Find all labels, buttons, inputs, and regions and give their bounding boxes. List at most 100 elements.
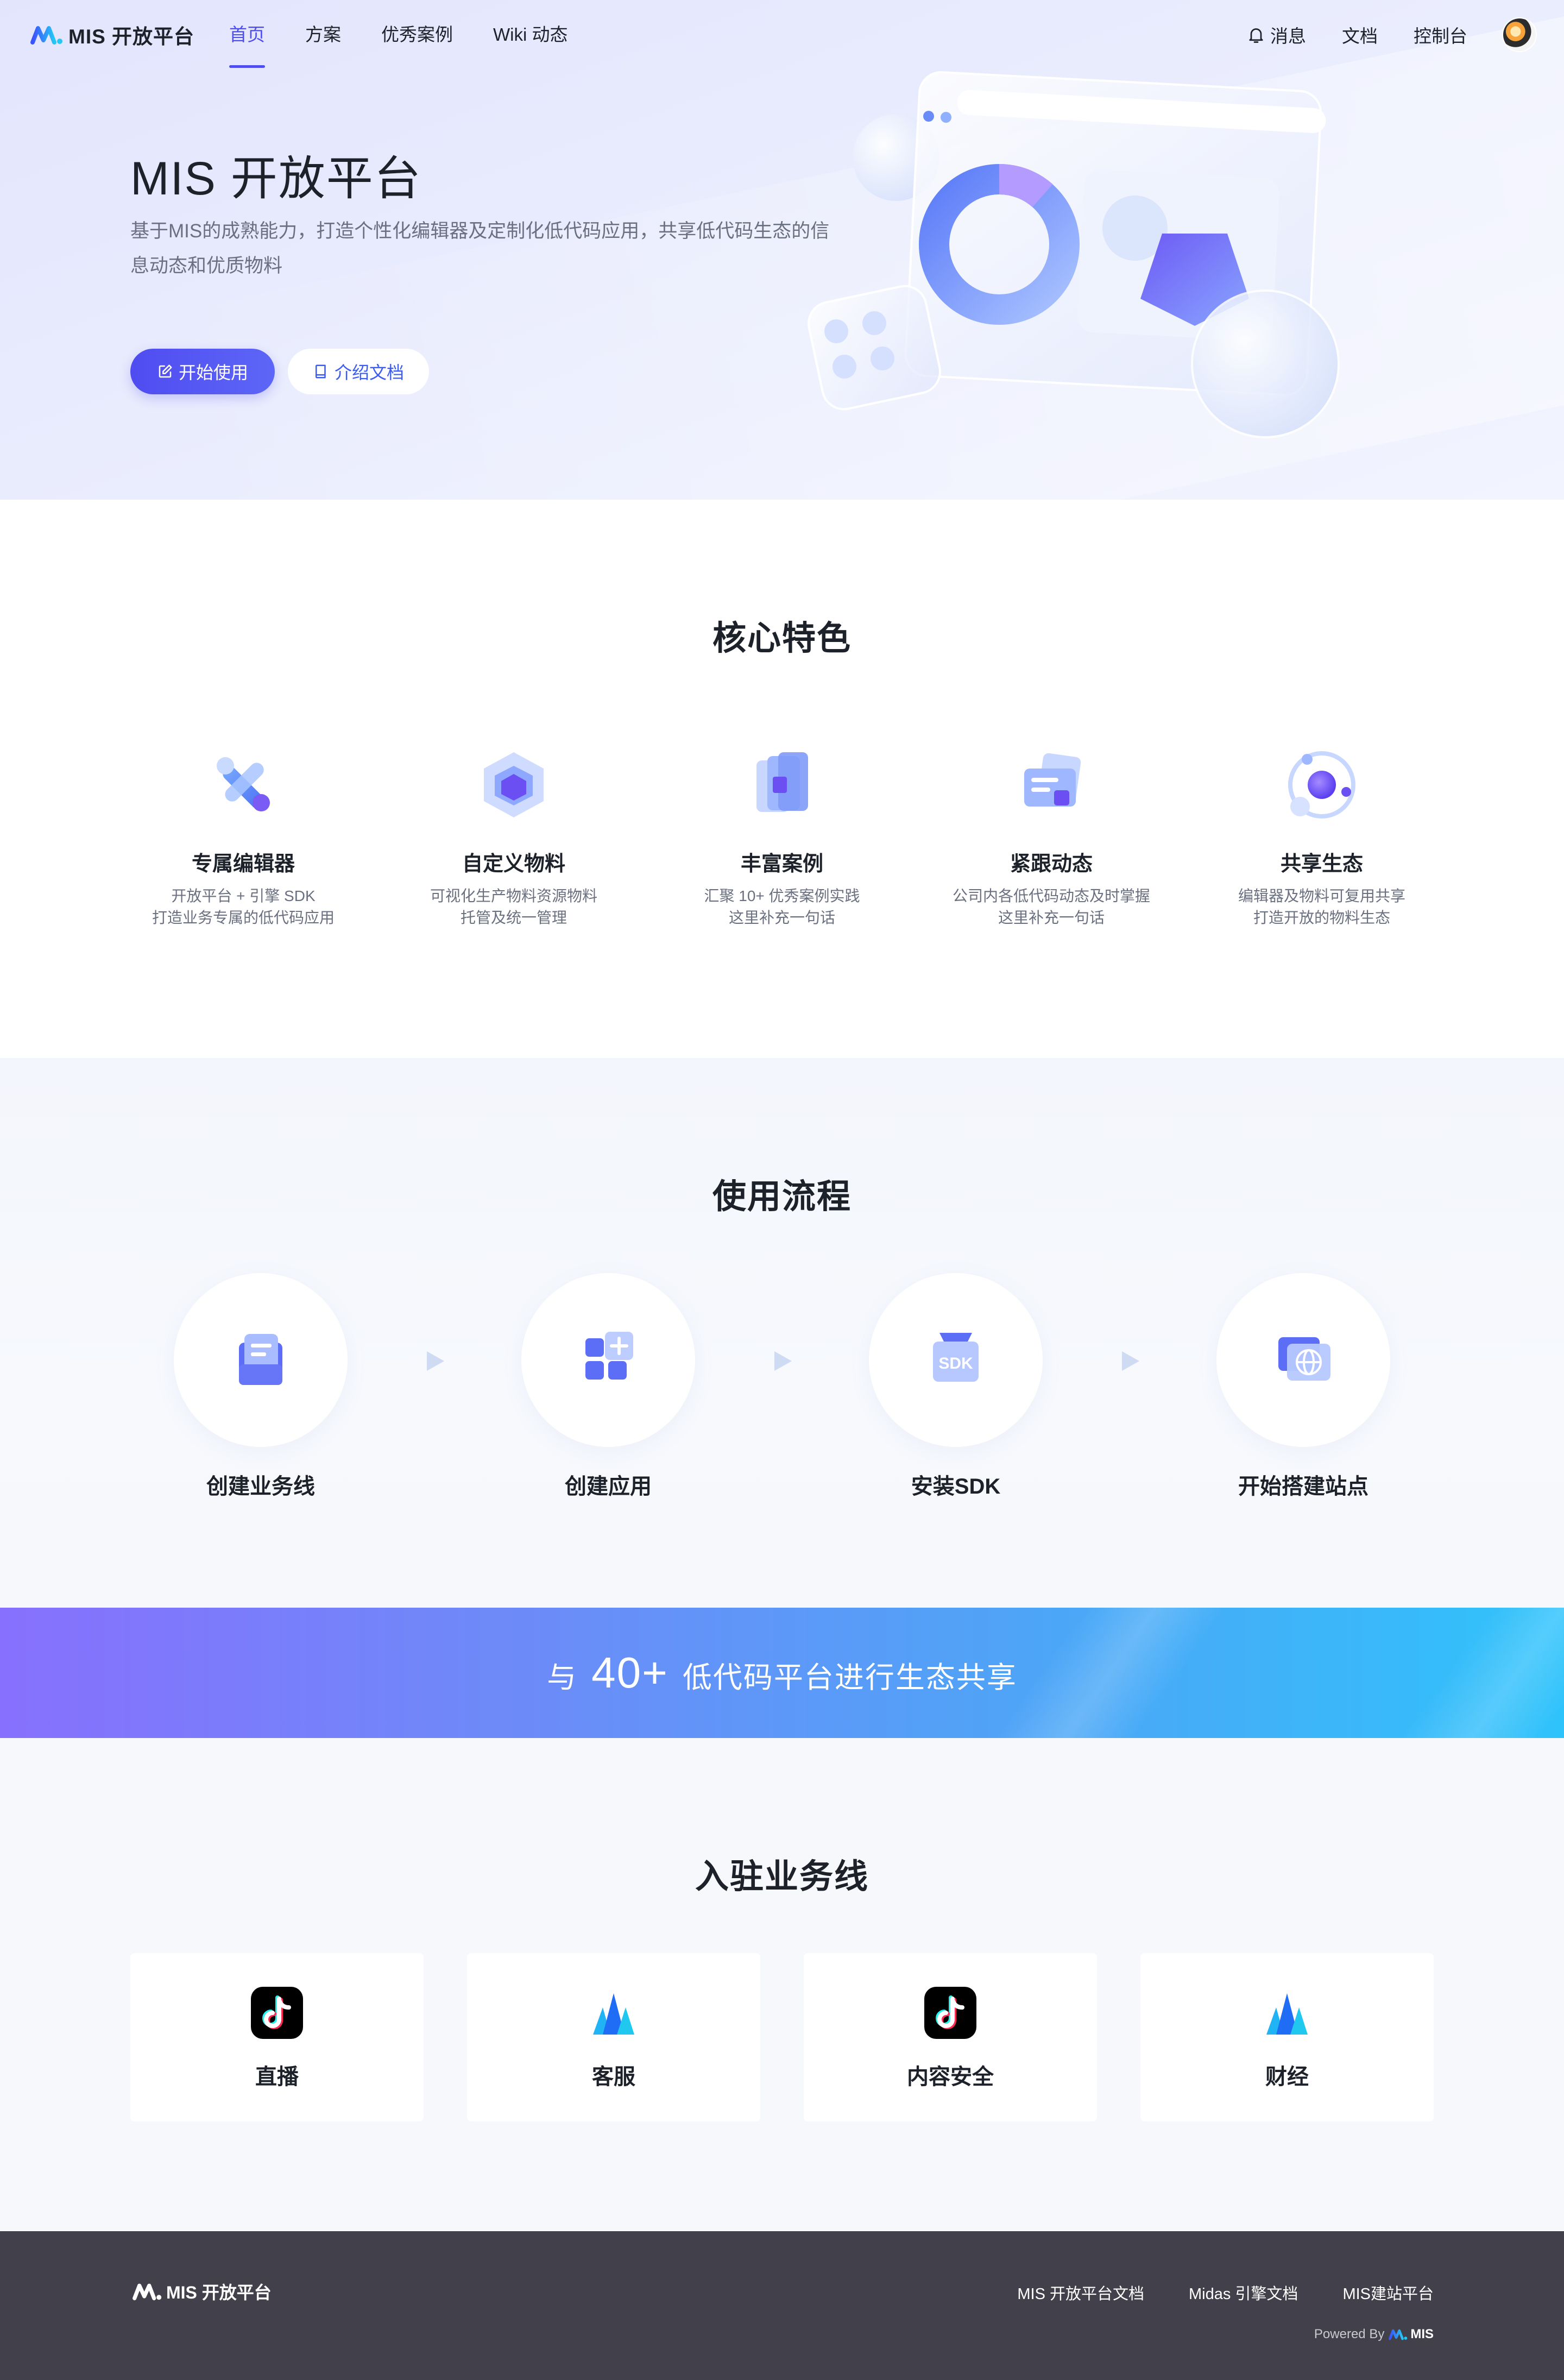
page: MIS 开放平台 首页 方案 优秀案例 Wiki 动态 消息 文档 控制台 MI… xyxy=(0,0,1564,2380)
features-section: 核心特色 专属编辑器 开放平台 + 引擎 SDK 打造业务专属的低代码应用 自定… xyxy=(0,500,1564,1058)
top-nav: MIS 开放平台 首页 方案 优秀案例 Wiki 动态 消息 文档 控制台 xyxy=(0,0,1564,70)
banner-number: 40+ xyxy=(591,1648,669,1697)
footer-logo[interactable]: MIS 开放平台 xyxy=(133,2279,272,2304)
feature-desc: 公司内各低代码动态及时掌握 这里补充一句话 xyxy=(937,885,1165,929)
business-title: 入驻业务线 xyxy=(695,1858,869,1896)
powered-by-brand: MIS xyxy=(1410,2327,1434,2341)
feature-desc-line: 编辑器及物料可复用共享 xyxy=(1238,887,1405,904)
feature-desc-line: 公司内各低代码动态及时掌握 xyxy=(952,887,1150,904)
powered-by: Powered By MIS xyxy=(1314,2327,1434,2342)
feature-desc-line: 这里补充一句话 xyxy=(728,909,835,926)
nav-cases[interactable]: 优秀案例 xyxy=(381,22,453,48)
book-icon xyxy=(315,364,326,379)
stack-icon xyxy=(756,752,808,812)
docs-button[interactable]: 介绍文档 xyxy=(288,349,429,394)
step-circle xyxy=(1216,1273,1390,1447)
feature-desc-line: 这里补充一句话 xyxy=(998,909,1105,926)
nav-docs[interactable]: 文档 xyxy=(1342,22,1378,48)
feature-name: 紧跟动态 xyxy=(1010,853,1093,876)
banner-prefix: 与 xyxy=(547,1661,578,1694)
business-card-service[interactable]: 客服 xyxy=(467,1953,760,2121)
feature-materials: 自定义物料 可视化生产物料资源物料 托管及统一管理 xyxy=(400,744,628,929)
document-icon xyxy=(239,1334,282,1385)
step-circle: SDK xyxy=(869,1273,1043,1447)
nav-wiki[interactable]: Wiki 动态 xyxy=(493,22,567,48)
step-create-business: 创建业务线 xyxy=(174,1273,348,1500)
nav-messages-label: 消息 xyxy=(1270,26,1306,46)
nav-home[interactable]: 首页 xyxy=(229,22,265,68)
feature-desc: 可视化生产物料资源物料 托管及统一管理 xyxy=(400,885,628,929)
cube-icon xyxy=(484,752,544,817)
wrench-icon xyxy=(217,757,270,811)
step-circle xyxy=(174,1273,348,1447)
feature-desc-line: 开放平台 + 引擎 SDK xyxy=(171,887,316,904)
mountain-icon xyxy=(593,1993,634,2035)
brand-name: MIS 开放平台 xyxy=(68,26,195,48)
mis-logo-icon xyxy=(30,26,62,45)
main-menu: 首页 方案 优秀案例 Wiki 动态 xyxy=(229,22,608,68)
edit-icon xyxy=(159,364,172,378)
feature-desc: 汇聚 10+ 优秀案例实践 这里补充一句话 xyxy=(668,885,896,929)
banner-suffix: 低代码平台进行生态共享 xyxy=(682,1661,1017,1694)
globe-icon xyxy=(1278,1337,1330,1381)
feature-editor: 专属编辑器 开放平台 + 引擎 SDK 打造业务专属的低代码应用 xyxy=(129,744,357,929)
sdk-icon: SDK xyxy=(933,1333,979,1382)
feature-desc-line: 汇聚 10+ 优秀案例实践 xyxy=(704,887,860,904)
ecosystem-banner: 与 40+ 低代码平台进行生态共享 xyxy=(0,1608,1564,1738)
start-button-label: 开始使用 xyxy=(178,363,248,382)
feature-name: 共享生态 xyxy=(1280,853,1363,876)
business-name: 内容安全 xyxy=(907,2065,994,2089)
arrow-right-icon xyxy=(774,1351,792,1371)
footer-link-midas-docs[interactable]: Midas 引擎文档 xyxy=(1189,2281,1298,2304)
bell-icon xyxy=(1249,28,1263,43)
powered-by-label: Powered By xyxy=(1314,2327,1385,2341)
step-install-sdk: SDK 安装SDK xyxy=(869,1273,1043,1500)
banner-text: 与 40+ 低代码平台进行生态共享 xyxy=(547,1648,1017,1698)
nav-console[interactable]: 控制台 xyxy=(1414,22,1467,48)
flow-section: 使用流程 创建业务线 创建应用 SDK 安装SDK 开始搭建站点 xyxy=(0,1058,1564,1608)
mis-logo-icon xyxy=(1389,2329,1408,2340)
step-name: 创建应用 xyxy=(565,1475,652,1498)
feature-name: 自定义物料 xyxy=(462,853,565,876)
step-name: 开始搭建站点 xyxy=(1238,1475,1368,1498)
hero-title: MIS 开放平台 xyxy=(130,153,422,205)
step-circle xyxy=(521,1273,695,1447)
feature-name: 丰富案例 xyxy=(740,853,823,876)
banner-decor xyxy=(1370,1608,1564,1738)
business-section: 入驻业务线 直播 客服 内容安全 财经 xyxy=(0,1738,1564,2231)
nav-messages[interactable]: 消息 xyxy=(1246,22,1306,48)
business-card-content-safety[interactable]: 内容安全 xyxy=(804,1953,1097,2121)
features-title: 核心特色 xyxy=(712,620,852,657)
nav-solutions[interactable]: 方案 xyxy=(305,22,341,48)
feature-ecosystem: 共享生态 编辑器及物料可复用共享 打造开放的物料生态 xyxy=(1208,744,1436,929)
footer-link-mis-docs[interactable]: MIS 开放平台文档 xyxy=(1017,2281,1144,2304)
feature-desc-line: 打造业务专属的低代码应用 xyxy=(152,909,335,926)
business-name: 客服 xyxy=(592,2065,635,2089)
user-avatar[interactable] xyxy=(1503,18,1536,51)
footer: MIS 开放平台 MIS 开放平台文档 Midas 引擎文档 MIS建站平台 P… xyxy=(0,2231,1564,2380)
brand-logo[interactable]: MIS 开放平台 xyxy=(30,22,194,48)
mountain-icon xyxy=(1266,1993,1308,2035)
business-card-finance[interactable]: 财经 xyxy=(1140,1953,1434,2121)
cards-icon xyxy=(1024,753,1081,807)
arrow-right-icon xyxy=(1122,1351,1139,1371)
feature-name: 专属编辑器 xyxy=(191,853,295,876)
arrow-right-icon xyxy=(427,1351,444,1371)
feature-cases: 丰富案例 汇聚 10+ 优秀案例实践 这里补充一句话 xyxy=(668,744,896,929)
app-grid-icon xyxy=(585,1332,633,1380)
business-name: 财经 xyxy=(1265,2065,1309,2089)
docs-button-label: 介绍文档 xyxy=(334,363,404,382)
feature-desc-line: 可视化生产物料资源物料 xyxy=(430,887,597,904)
svg-text:SDK: SDK xyxy=(938,1355,973,1372)
hero-section: MIS 开放平台 首页 方案 优秀案例 Wiki 动态 消息 文档 控制台 MI… xyxy=(0,0,1564,500)
feature-desc-line: 打造开放的物料生态 xyxy=(1253,909,1390,926)
business-name: 直播 xyxy=(255,2065,299,2089)
start-button[interactable]: 开始使用 xyxy=(130,349,275,394)
business-card-live[interactable]: 直播 xyxy=(130,1953,424,2121)
feature-desc-line: 托管及统一管理 xyxy=(460,909,567,926)
step-name: 创建业务线 xyxy=(206,1475,315,1498)
footer-link-site-builder[interactable]: MIS建站平台 xyxy=(1342,2281,1434,2304)
feature-news: 紧跟动态 公司内各低代码动态及时掌握 这里补充一句话 xyxy=(937,744,1165,929)
feature-desc: 编辑器及物料可复用共享 打造开放的物料生态 xyxy=(1208,885,1436,929)
orbit-icon xyxy=(1288,751,1355,818)
